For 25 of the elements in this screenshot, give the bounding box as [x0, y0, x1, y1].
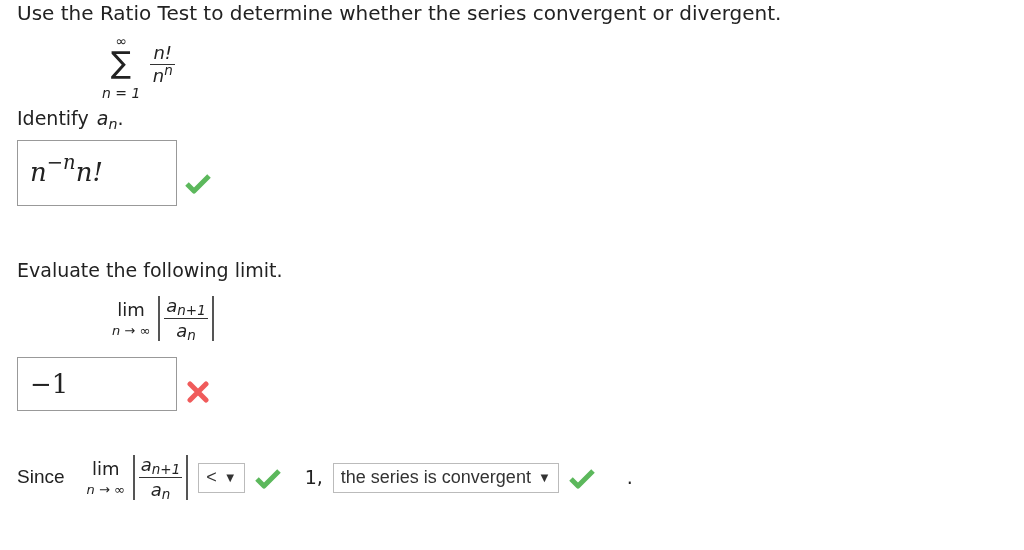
fraction-denominator: a$_{n}$ — [176, 319, 196, 340]
lower-limit: n = 1 — [102, 86, 141, 100]
lim-label: lim — [91, 459, 120, 478]
limit-subscript: n → ∞ — [112, 323, 151, 337]
upper-limit: ∞ — [115, 34, 128, 48]
answer-field[interactable]: −1 — [17, 357, 177, 411]
fraction-denominator: n$^{n}$ — [152, 65, 173, 85]
fraction-numerator: a$_{n+1}$ — [138, 456, 183, 478]
since-label: Since — [17, 465, 65, 490]
period-label: . — [626, 465, 633, 491]
sigma-symbol: ∑ — [111, 48, 132, 78]
prompt-label: Identify — [17, 106, 89, 131]
bound-label: 1, — [304, 465, 323, 491]
lim-label: lim — [117, 300, 145, 319]
fraction-denominator: a$_{n}$ — [150, 478, 171, 499]
comparison-dropdown[interactable]: < ▼ — [198, 462, 245, 493]
fraction-numerator: a$_{n+1}$ — [164, 297, 208, 319]
symbol-label: a$_{n}$ — [96, 106, 118, 133]
question-text: Use the Ratio Test to determine whether the series convergent or divergent. — [17, 2, 783, 24]
limit-subscript: n → ∞ — [86, 482, 125, 496]
answer-field[interactable]: n$^{−n}$n! — [17, 139, 177, 206]
prompt-label: Evaluate the following limit. — [17, 257, 284, 283]
period-label: . — [117, 106, 124, 131]
verdict-dropdown[interactable]: the series is convergent ▼ — [332, 462, 559, 493]
fraction-numerator: n! — [150, 44, 176, 65]
